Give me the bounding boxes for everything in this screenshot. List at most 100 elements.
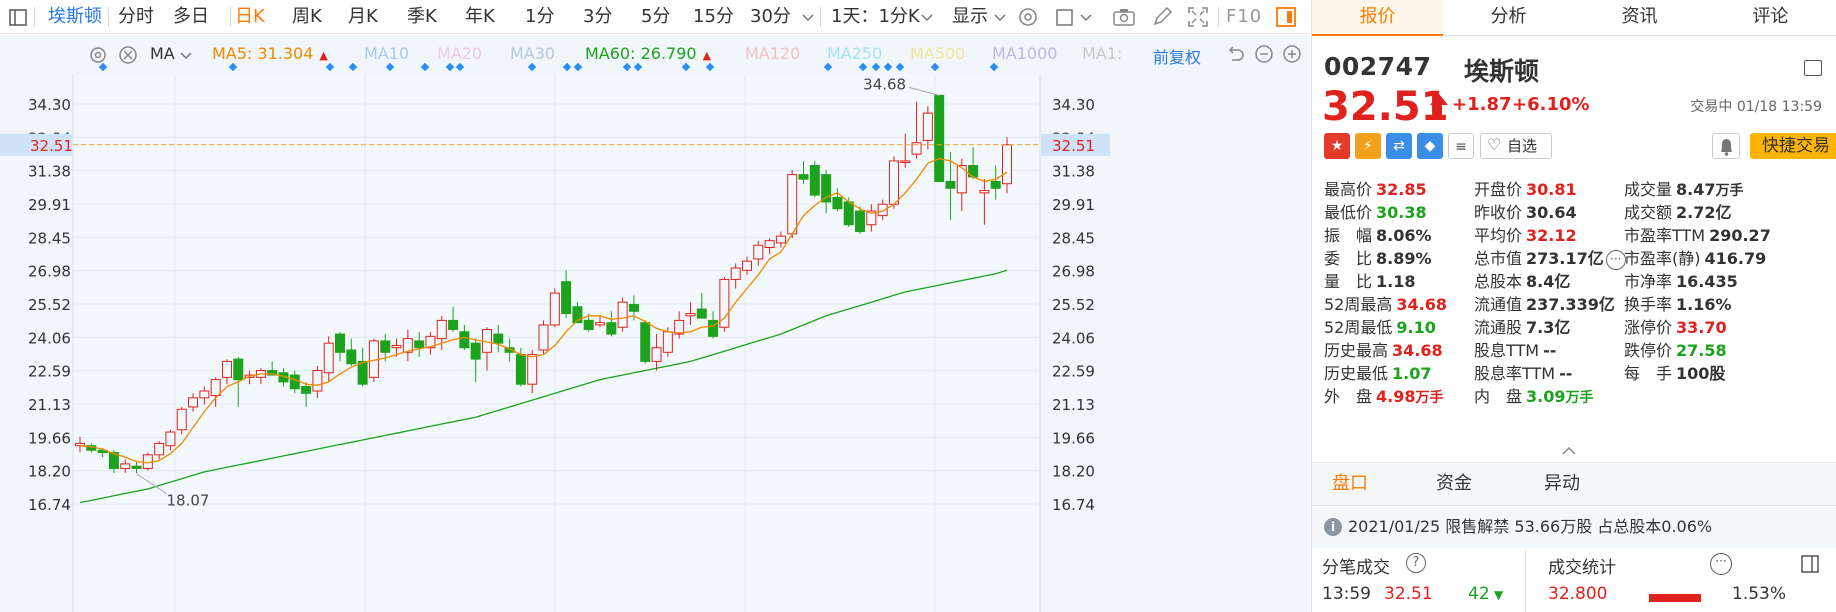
candle-body[interactable] (809, 165, 820, 196)
candle-body[interactable] (188, 397, 199, 408)
event-marker[interactable] (871, 62, 881, 72)
kline-chart[interactable]: 34.3034.3032.8432.8431.3831.3829.9129.91… (0, 35, 1310, 612)
event-marker[interactable] (348, 62, 358, 72)
candle-body[interactable] (515, 354, 526, 385)
event-marker[interactable] (705, 62, 715, 72)
expand-icon[interactable] (1796, 550, 1824, 578)
event-marker[interactable] (420, 62, 430, 72)
period-weekly-k[interactable]: 周K (292, 0, 322, 34)
event-marker[interactable] (385, 62, 395, 72)
candle-body[interactable] (459, 331, 470, 349)
candle-body[interactable] (855, 210, 866, 233)
multi-period-select[interactable]: 1天：1分K (831, 0, 920, 34)
tab-quote[interactable]: 报价 (1312, 0, 1443, 36)
candle-body[interactable] (662, 331, 673, 353)
period-multiday[interactable]: 多日 (173, 0, 209, 34)
event-marker[interactable] (98, 62, 108, 72)
candle-body[interactable] (323, 342, 334, 374)
candle-body[interactable] (233, 358, 244, 381)
chevron-down-icon[interactable] (800, 3, 816, 31)
candle-body[interactable] (730, 267, 741, 280)
period-5min[interactable]: 5分 (641, 0, 670, 34)
candle-body[interactable] (696, 308, 707, 319)
period-quarterly-k[interactable]: 季K (407, 0, 437, 34)
subtab-orderbook[interactable]: 盘口 (1332, 463, 1368, 507)
candle-body[interactable] (154, 442, 165, 456)
quick-trade-button[interactable]: 快捷交易 (1750, 133, 1836, 159)
more-icon[interactable]: ··· (1710, 553, 1732, 575)
event-marker[interactable] (681, 62, 691, 72)
bell-icon[interactable] (1712, 133, 1740, 159)
layout-icon[interactable] (1804, 60, 1822, 76)
candle-body[interactable] (448, 319, 459, 331)
candle-body[interactable] (436, 319, 447, 340)
event-marker[interactable] (633, 62, 643, 72)
chevron-down-icon[interactable] (1078, 3, 1094, 31)
candle-body[interactable] (945, 180, 956, 189)
event-marker[interactable] (228, 62, 238, 72)
candle-body[interactable] (75, 442, 85, 447)
candle-body[interactable] (764, 240, 775, 249)
candle-body[interactable] (640, 322, 651, 362)
candle-body[interactable] (549, 292, 560, 326)
candle-body[interactable] (775, 235, 786, 244)
candle-body[interactable] (527, 354, 538, 385)
add-watchlist-button[interactable]: ♡ 自选 (1480, 133, 1552, 159)
event-marker[interactable] (883, 62, 893, 72)
event-marker[interactable] (622, 62, 632, 72)
document-icon[interactable]: ≡ (1448, 133, 1474, 159)
candle-body[interactable] (391, 344, 402, 349)
square-tool-icon[interactable] (1052, 3, 1080, 31)
more-icon[interactable]: ··· (1605, 249, 1626, 270)
candle-body[interactable] (561, 281, 572, 315)
candle-body[interactable] (708, 319, 719, 337)
candle-body[interactable] (210, 379, 221, 397)
candle-body[interactable] (843, 201, 854, 226)
event-marker[interactable] (858, 62, 868, 72)
shuffle-icon[interactable]: ⇄ (1386, 133, 1412, 159)
period-yearly-k[interactable]: 年K (465, 0, 495, 34)
candle-body[interactable] (335, 333, 346, 353)
candle-body[interactable] (176, 408, 187, 431)
event-marker[interactable] (527, 62, 537, 72)
candle-body[interactable] (470, 342, 481, 360)
chevron-down-icon[interactable] (992, 3, 1008, 31)
candle-body[interactable] (990, 180, 1001, 189)
fullscreen-icon[interactable] (1184, 3, 1212, 31)
candle-body[interactable] (798, 174, 809, 180)
event-marker[interactable] (573, 62, 583, 72)
candle-body[interactable] (131, 465, 142, 469)
candle-body[interactable] (120, 463, 131, 469)
subtab-anomaly[interactable]: 异动 (1544, 463, 1580, 507)
event-marker[interactable] (989, 62, 999, 72)
f10-button[interactable]: F10 (1226, 0, 1262, 34)
candle-body[interactable] (979, 190, 990, 194)
candle-body[interactable] (346, 349, 357, 365)
collapse-chevron-icon[interactable] (1562, 440, 1576, 455)
tab-comments[interactable]: 评论 (1705, 0, 1836, 36)
chevron-down-icon[interactable] (919, 3, 935, 31)
sidebar-toggle-icon[interactable] (4, 3, 32, 31)
candle-body[interactable] (787, 174, 798, 235)
china-flag-icon[interactable]: ★ (1324, 133, 1350, 159)
event-marker[interactable] (562, 62, 572, 72)
candle-body[interactable] (753, 244, 764, 260)
unlock-notice[interactable]: i 2021/01/25 限售解禁 53.66万股 占总股本0.06% (1312, 506, 1836, 548)
candle-body[interactable] (900, 160, 911, 163)
candle-body[interactable] (934, 94, 945, 182)
period-15min[interactable]: 15分 (693, 0, 734, 34)
event-marker[interactable] (895, 62, 905, 72)
candle-body[interactable] (1002, 144, 1012, 185)
candle-body[interactable] (199, 390, 210, 399)
candle-body[interactable] (312, 370, 323, 392)
tag-icon[interactable]: ◆ (1417, 133, 1443, 159)
lightning-icon[interactable]: ⚡ (1355, 133, 1381, 159)
candle-body[interactable] (583, 319, 594, 331)
period-intraday[interactable]: 分时 (118, 0, 154, 34)
candle-body[interactable] (832, 196, 843, 210)
candle-body[interactable] (741, 260, 752, 271)
pencil-icon[interactable] (1148, 3, 1176, 31)
candle-body[interactable] (685, 313, 696, 317)
candle-body[interactable] (538, 324, 549, 351)
event-marker[interactable] (325, 62, 335, 72)
